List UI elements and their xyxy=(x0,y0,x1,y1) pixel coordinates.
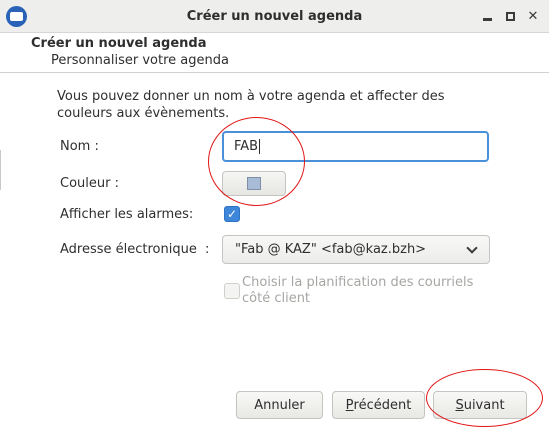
email-select[interactable]: "Fab @ KAZ" <fab@kaz.bzh> xyxy=(222,235,490,264)
maximize-icon xyxy=(505,11,515,21)
minimize-icon xyxy=(482,17,492,21)
wizard-title: Créer un nouvel agenda xyxy=(31,36,207,51)
color-label: Couleur : xyxy=(60,176,119,191)
client-scheduling-label: Choisir la planification des courriels c… xyxy=(242,275,474,306)
email-select-value: "Fab @ KAZ" <fab@kaz.bzh> xyxy=(235,242,427,257)
minimize-button[interactable] xyxy=(479,8,495,24)
window-title: Créer un nouvel agenda xyxy=(186,9,363,24)
email-label-separator: : xyxy=(205,242,210,257)
maximize-button[interactable] xyxy=(502,8,518,24)
client-scheduling-checkbox[interactable] xyxy=(224,283,240,299)
previous-button[interactable]: Précédent xyxy=(332,391,425,419)
previous-mnemonic: P xyxy=(345,397,354,413)
close-icon: ✕ xyxy=(527,8,539,24)
close-button[interactable]: ✕ xyxy=(525,8,541,24)
name-label: Nom : xyxy=(60,139,99,154)
window-edge xyxy=(0,150,1,190)
annotation-circle-name xyxy=(208,117,305,206)
cancel-button[interactable]: Annuler xyxy=(236,391,323,419)
alarms-label: Afficher les alarmes: xyxy=(60,207,194,222)
wizard-header: Créer un nouvel agenda Personnaliser vot… xyxy=(0,33,549,73)
cancel-button-label: Annuler xyxy=(254,397,305,413)
alarms-checkbox[interactable]: ✓ xyxy=(224,206,240,222)
email-label: Adresse électronique xyxy=(60,242,197,257)
wizard-subtitle: Personnaliser votre agenda xyxy=(51,53,229,68)
checkmark-icon: ✓ xyxy=(226,207,238,221)
annotation-circle-next xyxy=(426,369,543,427)
title-bar: Créer un nouvel agenda ✕ xyxy=(0,0,549,33)
chevron-down-icon xyxy=(466,242,478,254)
previous-button-label: récédent xyxy=(353,397,412,413)
